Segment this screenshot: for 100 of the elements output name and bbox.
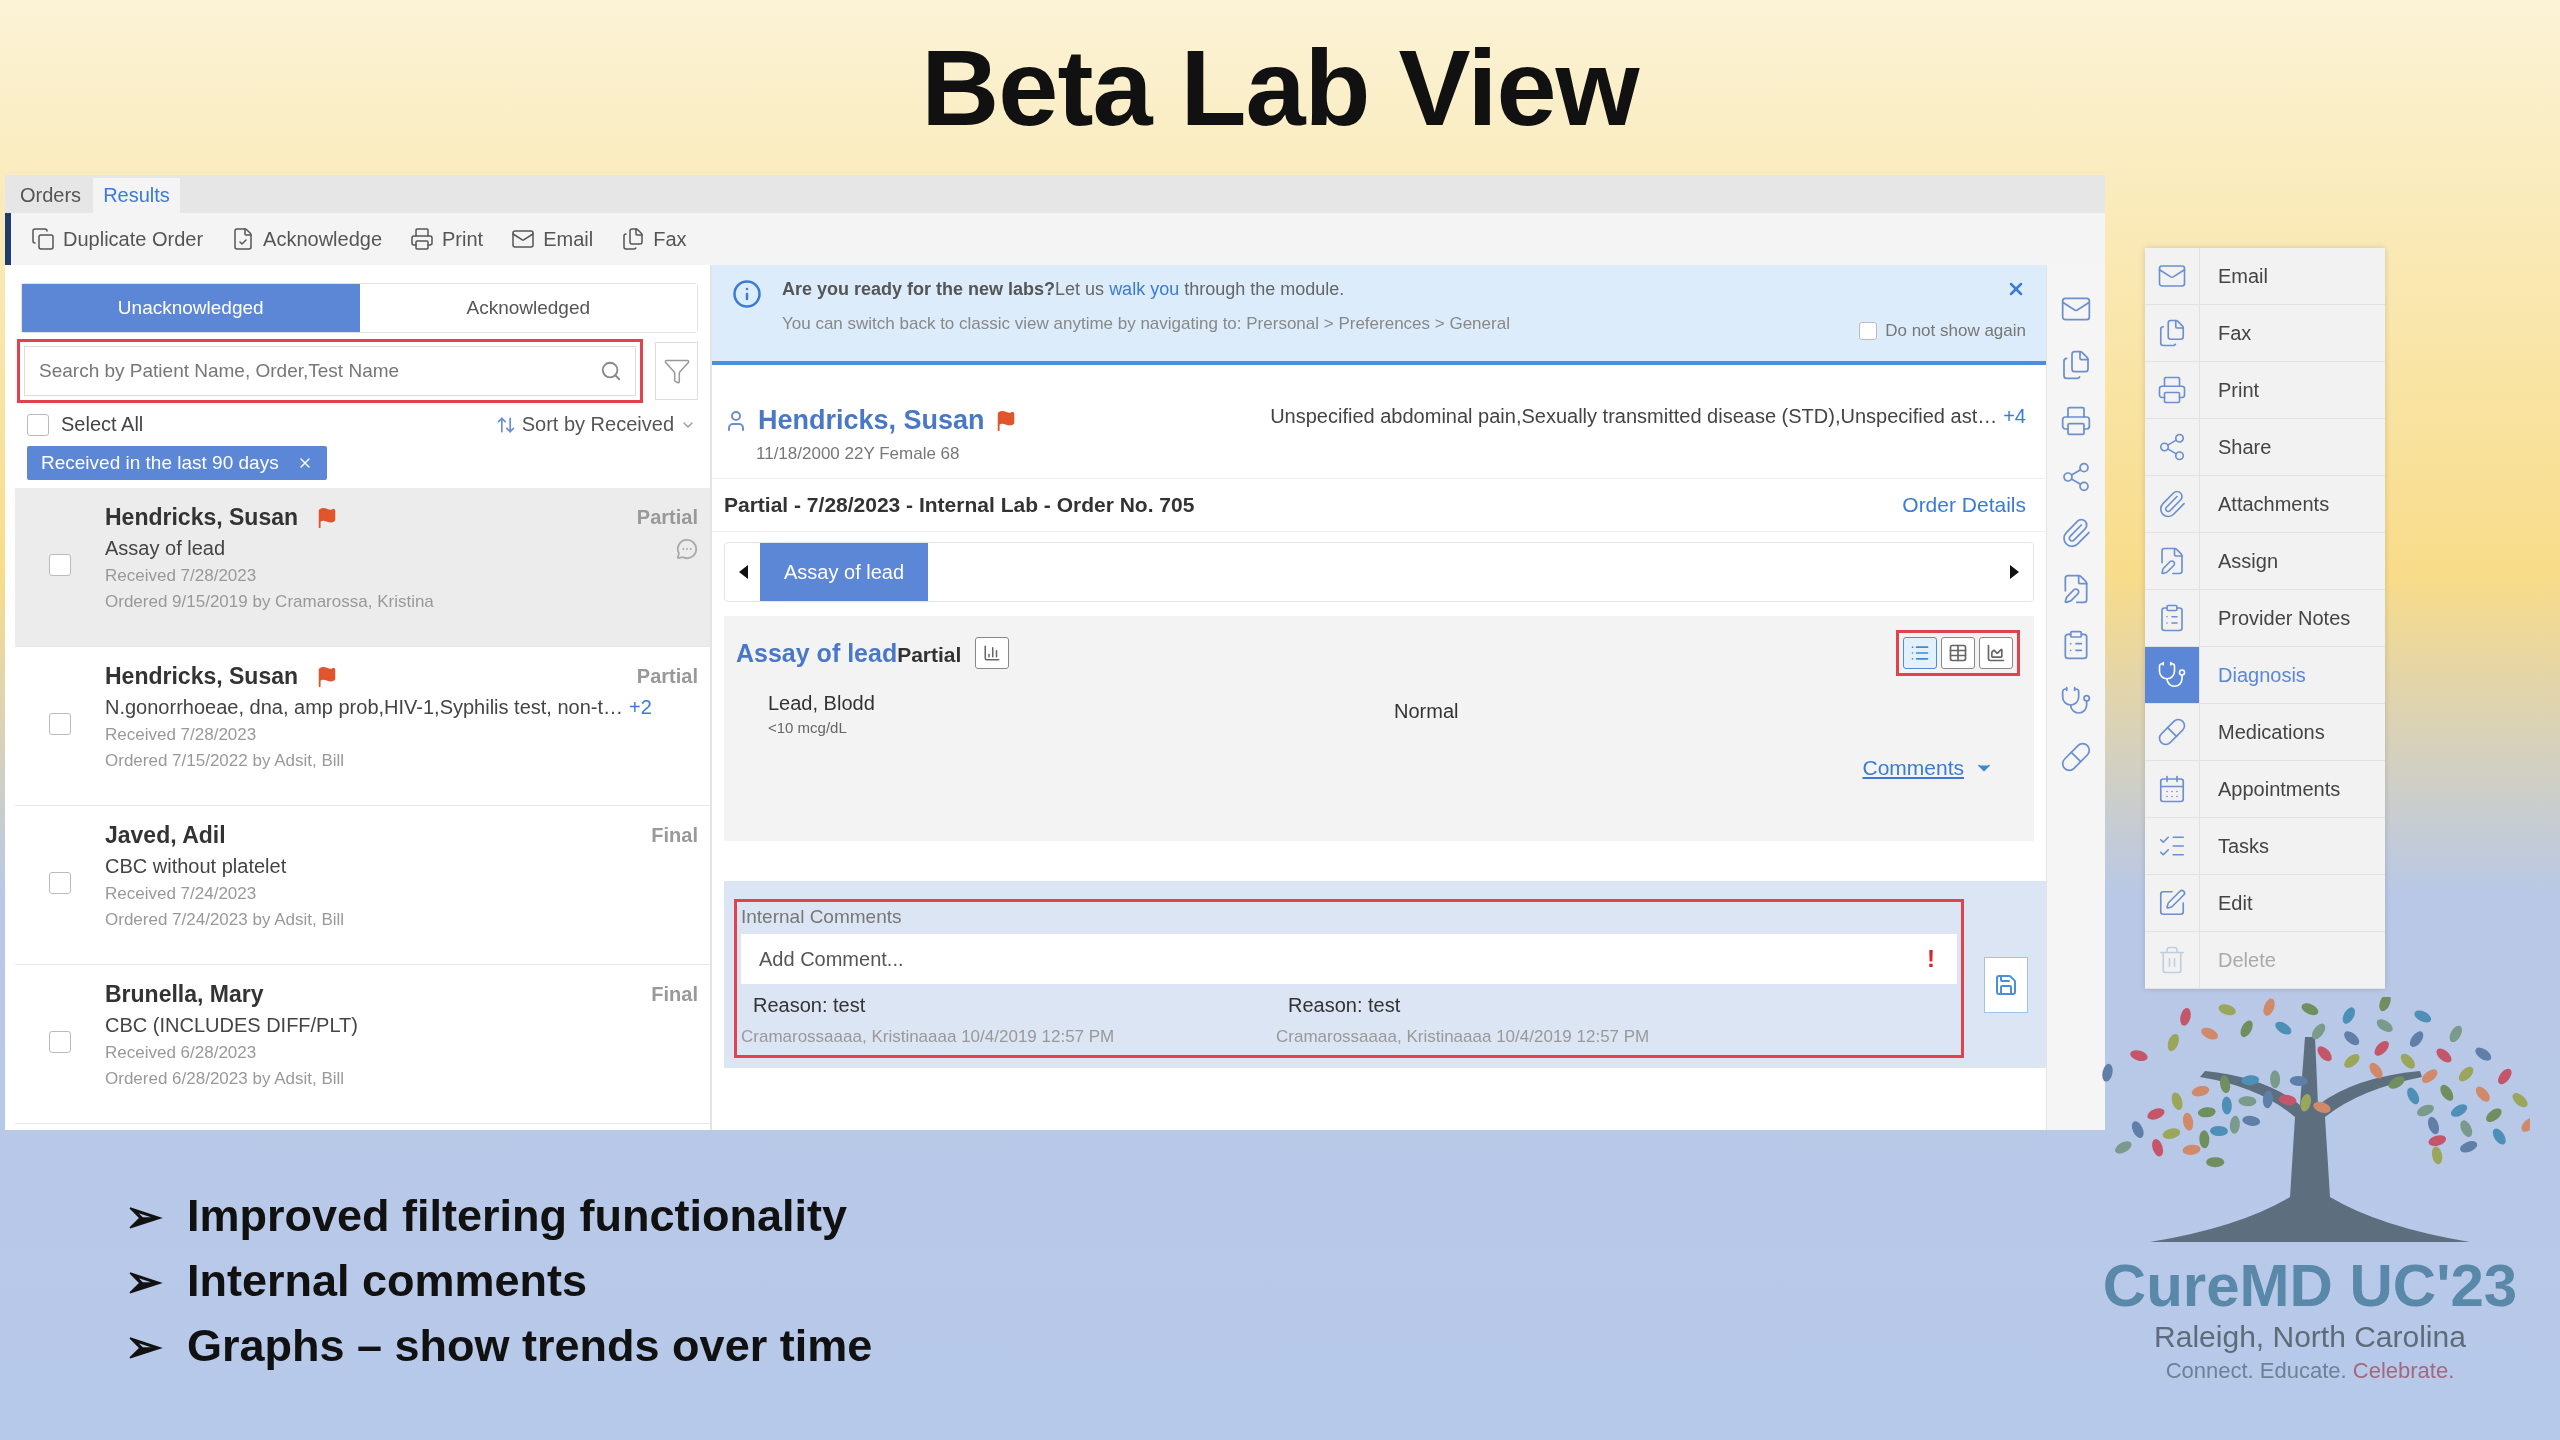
mail-icon [511,227,536,251]
view-toggle-button[interactable] [1941,637,1975,669]
ordered-info: Ordered 7/15/2022 by Adsit, Bill [105,751,346,771]
sort-dropdown[interactable]: Sort by Received [495,413,696,436]
search-field[interactable]: Search by Patient Name, Order,Test Name [24,346,636,396]
filter-button[interactable] [655,342,698,400]
walkthrough-link[interactable]: walk you [1109,279,1180,299]
info-icon [732,279,762,309]
view-toggle-button[interactable] [1903,637,1937,669]
printer-icon [2157,375,2187,405]
menu-item[interactable]: Attachments [2145,476,2385,533]
share-icon [2060,461,2092,493]
pills-icon [2060,741,2092,773]
more-count: +2 [629,696,652,718]
menu-item[interactable]: Tasks [2145,818,2385,875]
reference-range: <10 mcg/dL [768,719,848,736]
test-component: Lead, Blodd [768,692,876,715]
result-title: Assay of lead [736,638,898,667]
tab[interactable]: Results [93,178,180,213]
tab[interactable]: Orders [10,178,92,213]
bullet-text: Graphs – show trends over time [187,1320,873,1373]
checkbox[interactable] [49,872,71,894]
trash-icon [2157,945,2187,975]
checkbox[interactable] [49,1031,71,1053]
received-date: Received 7/24/2023 [105,884,258,904]
result-status: Partial [897,642,962,666]
menu-item[interactable]: Provider Notes [2145,590,2385,647]
banner-message: Are you ready for the new labs?Let us walk you through the module. [782,279,1346,300]
save-icon [1994,973,2018,997]
order-summary: Partial - 7/28/2023 - Internal Lab - Order No. 705 [724,493,1195,517]
test-tab[interactable]: Assay of lead [760,543,929,601]
share-icon [2157,432,2187,462]
logo-name: CureMD UC'23 [2102,1251,2518,1320]
toolbar-button[interactable]: Acknowledge [231,227,383,251]
view-toggle-button[interactable] [1979,637,2013,669]
bullet-marker: ➢ [125,1255,163,1308]
checkbox[interactable] [49,554,71,576]
bullet-text: Internal comments [187,1255,588,1308]
required-mark: ! [1927,945,1935,973]
checkbox[interactable] [27,413,49,436]
left-arrow-icon[interactable] [739,565,748,579]
comments-link[interactable]: Comments [1862,756,1964,780]
test-name: CBC (INCLUDES DIFF/PLT) [105,1014,358,1036]
comment-reason: Reason: test [753,994,867,1017]
patient-name[interactable]: Hendricks, Susan [758,405,985,436]
comment-author: Cramarossaaaa, Kristinaaaa 10/4/2019 12:57 PM [741,1027,1116,1047]
banner-note: You can switch back to classic view anytime by navigating to: Prersonal > Preferences > General [782,314,1511,334]
toolbar-button[interactable]: Email [511,227,594,251]
save-button[interactable] [1984,957,2028,1013]
action-button[interactable] [2060,405,2092,437]
status-label: Final [651,824,698,847]
order-details-link[interactable]: Order Details [1902,493,2026,517]
action-button[interactable] [2060,685,2092,717]
action-button[interactable] [2060,517,2092,549]
comment-author: Cramarossaaaa, Kristinaaaa 10/4/2019 12:57 PM [1276,1027,1651,1047]
menu-item[interactable]: Share [2145,419,2385,476]
patient-name: Brunella, Mary [105,981,264,1008]
printer-icon [2060,405,2092,437]
action-button[interactable] [2060,461,2092,493]
patient-name: Hendricks, Susan [105,504,299,531]
ordered-info: Ordered 9/15/2019 by Cramarossa, Kristina [105,592,435,612]
action-button[interactable] [2060,741,2092,773]
chart-icon [983,644,1002,662]
stethoscope-icon [2060,685,2092,717]
slide-title: Beta Lab View [921,26,1639,150]
received-date: Received 7/28/2023 [105,566,258,586]
section-label: Internal Comments [741,906,903,928]
ordered-info: Ordered 6/28/2023 by Adsit, Bill [105,1069,346,1089]
menu-item[interactable]: Medications [2145,704,2385,761]
result-list-item[interactable]: Hendricks, Susan Partial Assay of lead Received 7/28/2023 Ordered 9/15/2019 by Cramarossa, Kristina [15,488,710,647]
right-arrow-icon[interactable] [2010,565,2019,579]
received-date: Received 6/28/2023 [105,1043,258,1063]
checkbox[interactable] [1859,322,1878,340]
chart-button[interactable] [975,637,1010,669]
chip-label: Received in the last 90 days [41,452,279,474]
toolbar-button[interactable]: Print [410,227,484,251]
bullet-marker: ➢ [125,1190,163,1243]
menu-item[interactable]: Email [2145,248,2385,305]
menu-item[interactable]: Appointments [2145,761,2385,818]
test-name: CBC without platelet [105,855,287,877]
calendar-icon [2157,774,2187,804]
toolbar-button[interactable]: Duplicate Order [31,227,204,251]
menu-item[interactable]: Assign [2145,533,2385,590]
filter-icon [662,357,691,385]
menu-item[interactable]: Edit [2145,875,2385,932]
copy-icon [31,227,55,251]
toolbar-button[interactable]: Fax [621,227,687,251]
more-count: +4 [2003,405,2026,427]
comment-reason: Reason: test [1288,994,1402,1017]
checkbox[interactable] [49,713,71,735]
filter-tab[interactable]: Unacknowledged [22,284,360,332]
bullet-text: Improved filtering functionality [187,1190,848,1243]
interpretation-text: Normal [1394,699,1460,724]
paperclip-icon [2157,489,2187,519]
menu-item[interactable]: Fax [2145,305,2385,362]
menu-item[interactable]: Print [2145,362,2385,419]
checkbox-label: Select All [61,413,144,436]
patient-name: Hendricks, Susan [105,663,299,690]
ordered-info: Ordered 7/24/2023 by Adsit, Bill [105,910,346,930]
received-date: Received 7/28/2023 [105,725,258,745]
